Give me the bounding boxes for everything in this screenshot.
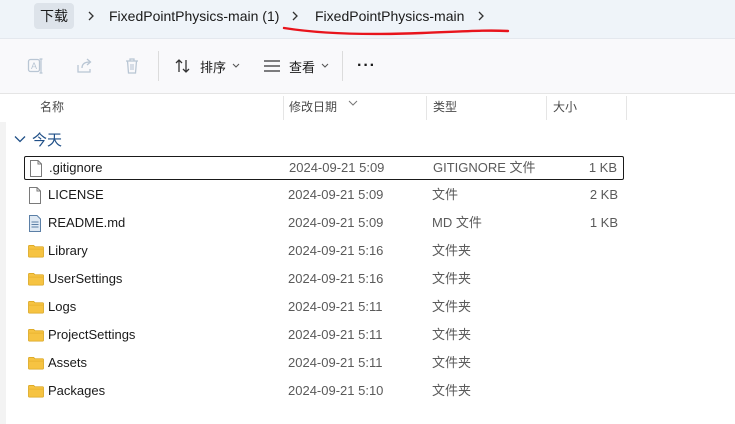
- file-type: 文件夹: [432, 243, 472, 258]
- file-name: UserSettings: [48, 271, 123, 286]
- file-row[interactable]: UserSettings 2024-09-21 5:16 文件夹: [24, 268, 624, 292]
- chevron-down-icon: [321, 63, 329, 69]
- file-name: README.md: [48, 215, 126, 230]
- file-name: Packages: [48, 383, 106, 398]
- file-row[interactable]: Assets 2024-09-21 5:11 文件夹: [24, 352, 624, 376]
- file-size: 1 KB: [589, 215, 618, 230]
- file-name: Logs: [48, 299, 77, 314]
- file-name-cell: Logs: [28, 296, 76, 318]
- group-label: 今天: [32, 131, 63, 149]
- file-date: 2024-09-21 5:11: [288, 355, 383, 370]
- group-header-today[interactable]: 今天: [14, 128, 62, 150]
- file-date: 2024-09-21 5:16: [288, 271, 384, 286]
- sort-indicator-icon: [348, 93, 358, 111]
- file-name-cell: Assets: [28, 352, 87, 374]
- column-divider[interactable]: [546, 96, 547, 120]
- file-type: 文件夹: [432, 383, 472, 398]
- column-header-row: 名称 修改日期 类型 大小: [0, 94, 735, 122]
- view-list-icon: [263, 59, 281, 73]
- file-name-cell: UserSettings: [28, 268, 122, 290]
- folder-icon: [28, 356, 44, 370]
- more-options-button[interactable]: ···: [357, 51, 376, 81]
- file-name: Library: [48, 243, 88, 258]
- toolbar-separator: [158, 51, 159, 81]
- file-size: 2 KB: [589, 187, 618, 202]
- file-date: 2024-09-21 5:16: [288, 243, 384, 258]
- column-header-date[interactable]: 修改日期: [289, 94, 337, 122]
- folder-icon: [28, 328, 44, 342]
- file-type: 文件夹: [432, 271, 472, 286]
- column-divider[interactable]: [626, 96, 627, 120]
- toolbar-separator: [342, 51, 343, 81]
- sort-button[interactable]: 排序: [174, 51, 240, 81]
- file-type: 文件夹: [432, 355, 472, 370]
- breadcrumb-item-parent-folder[interactable]: FixedPointPhysics-main (1): [103, 3, 285, 29]
- breadcrumb-item-downloads[interactable]: 下载: [34, 3, 74, 29]
- more-icon: ···: [357, 57, 376, 74]
- file-type: 文件夹: [432, 327, 472, 342]
- file-row[interactable]: .gitignore 2024-09-21 5:09 GITIGNORE 文件 1 K…: [24, 156, 624, 180]
- view-button[interactable]: 查看: [263, 51, 329, 81]
- file-row[interactable]: README.md 2024-09-21 5:09 MD 文件 1 KB: [24, 212, 624, 236]
- file-name-cell: Library: [28, 240, 88, 262]
- file-icon: [29, 159, 45, 177]
- folder-icon: [28, 272, 44, 286]
- file-date: 2024-09-21 5:10: [288, 383, 384, 398]
- breadcrumb-bar: 下载 FixedPointPhysics-main (1) FixedPoint…: [0, 0, 735, 39]
- file-type: GITIGNORE 文件: [433, 160, 536, 175]
- file-icon: [28, 186, 44, 204]
- chevron-right-icon[interactable]: [288, 9, 302, 23]
- file-row[interactable]: Library 2024-09-21 5:16 文件夹: [24, 240, 624, 264]
- chevron-right-icon[interactable]: [474, 9, 488, 23]
- command-toolbar: A 排序 查看 ···: [0, 39, 735, 94]
- file-row[interactable]: Logs 2024-09-21 5:11 文件夹: [24, 296, 624, 320]
- file-size: 1 KB: [588, 160, 617, 175]
- file-name: LICENSE: [48, 187, 104, 202]
- file-date: 2024-09-21 5:09: [288, 187, 384, 202]
- navigation-pane-edge: [0, 94, 6, 424]
- file-name-cell: README.md: [28, 212, 125, 234]
- text-file-icon: [28, 214, 44, 232]
- rename-icon[interactable]: A: [26, 56, 46, 76]
- column-header-size[interactable]: 大小: [553, 94, 577, 122]
- share-icon[interactable]: [75, 56, 95, 76]
- file-row[interactable]: Packages 2024-09-21 5:10 文件夹: [24, 380, 624, 404]
- view-label: 查看: [289, 59, 316, 75]
- sort-label: 排序: [200, 59, 227, 75]
- svg-text:A: A: [31, 61, 37, 71]
- file-type: MD 文件: [432, 215, 482, 230]
- file-name: Assets: [48, 355, 88, 370]
- file-name-cell: LICENSE: [28, 184, 104, 206]
- column-divider[interactable]: [283, 96, 284, 120]
- file-name: .gitignore: [49, 160, 103, 175]
- column-header-type[interactable]: 类型: [433, 94, 457, 122]
- folder-icon: [28, 384, 44, 398]
- file-name: ProjectSettings: [48, 327, 136, 342]
- file-date: 2024-09-21 5:09: [288, 215, 384, 230]
- folder-icon: [28, 244, 44, 258]
- file-row[interactable]: ProjectSettings 2024-09-21 5:11 文件夹: [24, 324, 624, 348]
- file-type: 文件夹: [432, 299, 472, 314]
- column-divider[interactable]: [426, 96, 427, 120]
- file-name-cell: .gitignore: [29, 157, 102, 179]
- file-row[interactable]: LICENSE 2024-09-21 5:09 文件 2 KB: [24, 184, 624, 208]
- file-date: 2024-09-21 5:11: [288, 327, 383, 342]
- file-name-cell: ProjectSettings: [28, 324, 135, 346]
- sort-icon: [174, 58, 192, 74]
- delete-icon[interactable]: [122, 56, 142, 76]
- chevron-down-icon: [232, 63, 240, 69]
- folder-icon: [28, 300, 44, 314]
- file-name-cell: Packages: [28, 380, 105, 402]
- file-date: 2024-09-21 5:09: [289, 160, 385, 175]
- column-header-name[interactable]: 名称: [40, 94, 64, 122]
- file-type: 文件: [432, 187, 459, 202]
- file-date: 2024-09-21 5:11: [288, 299, 383, 314]
- chevron-right-icon[interactable]: [84, 9, 98, 23]
- chevron-down-icon[interactable]: [14, 135, 26, 143]
